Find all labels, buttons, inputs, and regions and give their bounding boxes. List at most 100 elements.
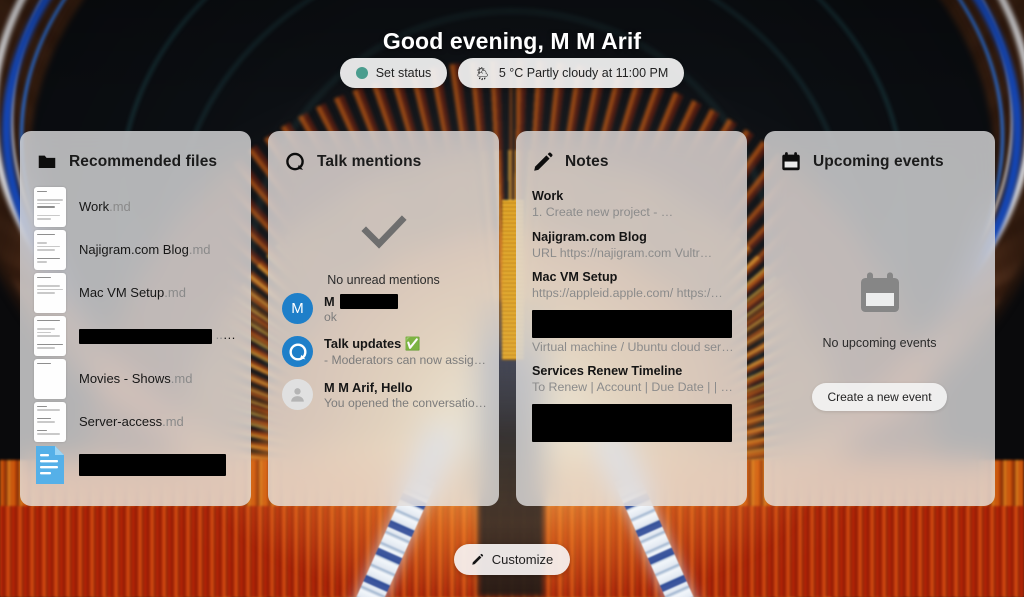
talk-icon bbox=[286, 152, 304, 171]
redacted-text bbox=[79, 453, 226, 476]
file-preview-icon bbox=[34, 401, 66, 442]
note-subtitle: https://appleid.apple.com/ https:/… bbox=[532, 285, 723, 300]
status-dot-icon bbox=[355, 67, 368, 79]
list-item[interactable]: ... .md bbox=[20, 314, 251, 357]
mention-title: Talk updates ✅ bbox=[324, 336, 421, 351]
avatar bbox=[282, 336, 313, 367]
mention-text: Talk updates ✅ - Moderators can now assi… bbox=[324, 336, 489, 367]
note-subtitle: Virtual machine / Ubuntu cloud server… bbox=[532, 339, 734, 354]
widget-header-talk: Talk mentions bbox=[268, 131, 499, 185]
widget-header-files: Recommended files bbox=[20, 131, 251, 185]
customize-row: Customize bbox=[0, 544, 1024, 575]
file-preview-icon bbox=[34, 358, 66, 399]
note-subtitle: 1. Create new project - bbox=[532, 205, 734, 220]
widget-recommended-files: Recommended files Work.md Najigram.com B… bbox=[20, 131, 251, 506]
list-item[interactable]: Work 1. Create new project - bbox=[516, 185, 747, 226]
widget-title-events: Upcoming events bbox=[813, 153, 944, 170]
talk-logo-icon bbox=[289, 342, 306, 361]
file-name bbox=[79, 453, 226, 476]
checkmark-icon bbox=[360, 215, 407, 249]
note-subtitle: To Renew | Account | Due Date | | … bbox=[532, 379, 733, 394]
list-item[interactable]: Movies - Shows.md bbox=[20, 357, 251, 400]
list-item[interactable]: M M ok bbox=[268, 287, 499, 330]
list-item[interactable]: Server-access.md bbox=[20, 400, 251, 443]
widget-row: Recommended files Work.md Najigram.com B… bbox=[20, 131, 1004, 506]
create-new-event-button[interactable]: Create a new event bbox=[812, 383, 947, 411]
note-title: Najigram.com Blog bbox=[532, 229, 647, 244]
list-item[interactable]: Work.md bbox=[20, 185, 251, 228]
list-item[interactable]: Services Renew Timeline To Renew | Accou… bbox=[516, 360, 747, 400]
events-empty-text: No upcoming events bbox=[822, 336, 937, 350]
widget-title-talk: Talk mentions bbox=[317, 153, 422, 170]
file-name: Work.md bbox=[79, 199, 131, 214]
file-name: Najigram.com Blog.md bbox=[79, 242, 211, 257]
file-preview-icon bbox=[34, 229, 66, 270]
widget-header-notes: Notes bbox=[516, 131, 747, 185]
note-title bbox=[532, 403, 734, 442]
redacted-text bbox=[532, 309, 732, 338]
greeting-title: Good evening, M M Arif bbox=[382, 28, 642, 55]
note-subtitle: URL https://najigram.com Vultr… bbox=[532, 245, 713, 260]
text-document-icon bbox=[36, 445, 64, 484]
calendar-icon bbox=[782, 152, 800, 171]
weather-label: 5 °C Partly cloudy at 11:00 PM bbox=[498, 66, 669, 80]
talk-empty-text: No unread mentions bbox=[327, 273, 440, 287]
list-item[interactable] bbox=[20, 443, 251, 486]
folder-icon bbox=[38, 155, 56, 168]
notes-list: Work 1. Create new project - Najigram.co… bbox=[516, 185, 747, 506]
weather-button[interactable]: 🌦 5 °C Partly cloudy at 11:00 PM bbox=[458, 58, 685, 88]
pencil-icon bbox=[534, 152, 553, 171]
mention-title: M M Arif, Hello bbox=[324, 379, 413, 395]
file-name: ... .md bbox=[79, 327, 239, 344]
redacted-text bbox=[532, 403, 732, 442]
note-title bbox=[532, 309, 734, 338]
list-item[interactable]: Mac VM Setup https://appleid.apple.com/ … bbox=[516, 266, 747, 306]
avatar bbox=[282, 379, 313, 410]
header-chip-row: Set status 🌦 5 °C Partly cloudy at 11:00… bbox=[0, 58, 1024, 88]
pencil-icon bbox=[472, 553, 483, 565]
note-title: Work bbox=[532, 189, 564, 203]
file-name: Movies - Shows.md bbox=[79, 371, 193, 386]
file-name: Mac VM Setup.md bbox=[79, 285, 186, 300]
file-preview-icon bbox=[34, 186, 66, 227]
file-list: Work.md Najigram.com Blog.md Mac VM Setu… bbox=[20, 185, 251, 506]
person-icon bbox=[291, 388, 304, 402]
mention-text: M M Arif, Hello You opened the conversat… bbox=[324, 380, 489, 410]
widget-notes: Notes Work 1. Create new project - Najig… bbox=[516, 131, 747, 506]
calendar-large-icon bbox=[860, 272, 899, 312]
talk-empty-state: No unread mentions bbox=[268, 185, 499, 287]
list-item[interactable]: M M Arif, Hello You opened the conversat… bbox=[268, 373, 499, 416]
mention-subtitle: You opened the conversation t… bbox=[324, 395, 489, 410]
widget-title-files: Recommended files bbox=[69, 153, 218, 170]
note-title: Mac VM Setup bbox=[532, 269, 618, 284]
list-item[interactable]: Talk updates ✅ - Moderators can now assi… bbox=[268, 330, 499, 373]
list-item[interactable] bbox=[516, 400, 747, 448]
widget-title-notes: Notes bbox=[565, 153, 609, 170]
customize-label: Customize bbox=[491, 552, 554, 567]
talk-list: No unread mentions M M ok Talk updates ✅… bbox=[268, 185, 499, 506]
file-name: Server-access.md bbox=[79, 414, 184, 429]
list-item[interactable]: Mac VM Setup.md bbox=[20, 271, 251, 314]
avatar: M bbox=[282, 293, 313, 324]
file-preview-icon bbox=[34, 315, 66, 356]
list-item[interactable]: Najigram.com Blog URL https://najigram.c… bbox=[516, 226, 747, 266]
redacted-text bbox=[79, 328, 212, 344]
mention-subtitle: - Moderators can now assign g… bbox=[324, 353, 489, 367]
redacted-text bbox=[339, 293, 398, 309]
list-item[interactable]: Najigram.com Blog.md bbox=[20, 228, 251, 271]
customize-button[interactable]: Customize bbox=[453, 544, 571, 575]
mention-text: M ok bbox=[324, 293, 489, 324]
events-list: No upcoming events Create a new event bbox=[764, 185, 995, 506]
widget-header-events: Upcoming events bbox=[764, 131, 995, 185]
events-empty-state: No upcoming events Create a new event bbox=[764, 185, 995, 506]
set-status-button[interactable]: Set status bbox=[339, 58, 448, 88]
file-preview-icon bbox=[34, 272, 66, 313]
mention-title: M bbox=[324, 293, 489, 309]
set-status-label: Set status bbox=[375, 66, 432, 80]
partly-cloudy-icon: 🌦 bbox=[474, 65, 491, 81]
widget-upcoming-events: Upcoming events No upcoming events Creat… bbox=[764, 131, 995, 506]
dashboard: Good evening, M M Arif Set status 🌦 5 °C… bbox=[0, 0, 1024, 597]
mention-subtitle: ok bbox=[324, 309, 337, 324]
list-item[interactable]: Virtual machine / Ubuntu cloud server… bbox=[516, 306, 747, 360]
note-title: Services Renew Timeline bbox=[532, 363, 683, 378]
